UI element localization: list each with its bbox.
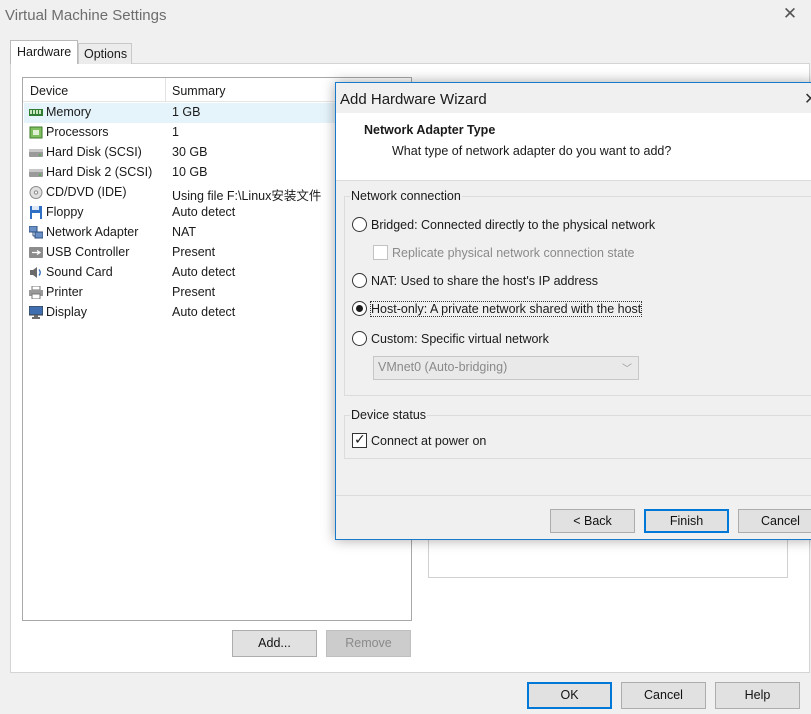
wizard-subheading: What type of network adapter do you want… xyxy=(392,144,672,158)
device-name: Hard Disk (SCSI) xyxy=(46,145,142,159)
device-name: Sound Card xyxy=(46,265,113,279)
column-header-summary[interactable]: Summary xyxy=(172,84,225,98)
connect-at-power-on-label[interactable]: Connect at power on xyxy=(371,434,486,448)
device-summary: Present xyxy=(172,285,216,299)
usb-icon xyxy=(29,247,43,258)
tab-hardware[interactable]: Hardware xyxy=(10,40,78,64)
device-name: Hard Disk 2 (SCSI) xyxy=(46,165,153,179)
sound-card-icon xyxy=(30,267,41,278)
tab-options[interactable]: Options xyxy=(78,43,132,64)
device-name: Memory xyxy=(46,105,92,119)
custom-label[interactable]: Custom: Specific virtual network xyxy=(371,332,549,346)
add-button[interactable]: Add... xyxy=(232,630,317,657)
display-icon xyxy=(29,306,43,319)
wizard-cancel-button[interactable]: Cancel xyxy=(738,509,811,533)
remove-button[interactable]: Remove xyxy=(326,630,411,657)
wizard-heading: Network Adapter Type xyxy=(364,123,496,137)
processor-icon xyxy=(29,126,43,139)
device-name: Network Adapter xyxy=(46,225,139,239)
cancel-button[interactable]: Cancel xyxy=(621,682,706,709)
window-title: Virtual Machine Settings xyxy=(5,7,167,24)
device-summary: Auto detect xyxy=(172,265,236,279)
finish-button[interactable]: Finish xyxy=(644,509,729,533)
printer-icon xyxy=(29,286,43,299)
device-name: Printer xyxy=(46,285,83,299)
device-status-label: Device status xyxy=(350,408,428,422)
device-summary: Present xyxy=(172,245,216,259)
memory-icon xyxy=(29,109,43,116)
bridged-label[interactable]: Bridged: Connected directly to the physi… xyxy=(371,218,655,232)
bridged-radio[interactable] xyxy=(352,217,367,232)
host-only-label[interactable]: Host-only: A private network shared with… xyxy=(369,301,643,317)
hard-disk-icon xyxy=(29,149,43,157)
cd-dvd-icon xyxy=(29,186,43,199)
device-name: Processors xyxy=(46,125,109,139)
device-summary: Auto detect xyxy=(172,305,236,319)
device-summary: 1 GB xyxy=(172,105,201,119)
add-hardware-wizard-dialog: Add Hardware Wizard ✕ Network Adapter Ty… xyxy=(335,82,811,540)
chevron-down-icon: ﹀ xyxy=(622,364,632,375)
device-name: Display xyxy=(46,305,87,319)
device-summary: Using file F:\Linux安装文件 xyxy=(172,189,322,203)
device-name: USB Controller xyxy=(46,245,130,259)
device-summary: 1 xyxy=(172,125,179,139)
hard-disk-icon xyxy=(29,169,43,177)
device-summary: NAT xyxy=(172,225,197,239)
host-only-radio[interactable] xyxy=(352,301,367,316)
checkmark-icon: ✓ xyxy=(354,431,366,447)
floppy-icon xyxy=(30,206,42,219)
custom-radio[interactable] xyxy=(352,331,367,346)
device-name: Floppy xyxy=(46,205,84,219)
wizard-title: Add Hardware Wizard xyxy=(340,91,487,108)
vmnet-select[interactable]: VMnet0 (Auto-bridging) ﹀ xyxy=(373,356,639,380)
replicate-state-checkbox[interactable] xyxy=(373,245,388,260)
back-button[interactable]: < Back xyxy=(550,509,635,533)
connect-at-power-on-checkbox[interactable]: ✓ xyxy=(352,431,367,448)
vmnet-select-value: VMnet0 (Auto-bridging) xyxy=(378,360,508,374)
replicate-state-label[interactable]: Replicate physical network connection st… xyxy=(392,246,635,260)
nat-label[interactable]: NAT: Used to share the host's IP address xyxy=(371,274,598,288)
network-adapter-icon xyxy=(29,226,43,239)
device-summary: 10 GB xyxy=(172,165,208,179)
close-icon[interactable]: ✕ xyxy=(804,89,811,109)
help-button[interactable]: Help xyxy=(715,682,800,709)
device-summary: Auto detect xyxy=(172,205,236,219)
nat-radio[interactable] xyxy=(352,273,367,288)
column-header-device[interactable]: Device xyxy=(30,84,68,98)
network-connection-label: Network connection xyxy=(350,189,462,203)
close-icon[interactable]: ✕ xyxy=(780,4,800,24)
ok-button[interactable]: OK xyxy=(527,682,612,709)
device-name: CD/DVD (IDE) xyxy=(46,185,127,199)
divider xyxy=(336,495,811,496)
device-summary: 30 GB xyxy=(172,145,208,159)
